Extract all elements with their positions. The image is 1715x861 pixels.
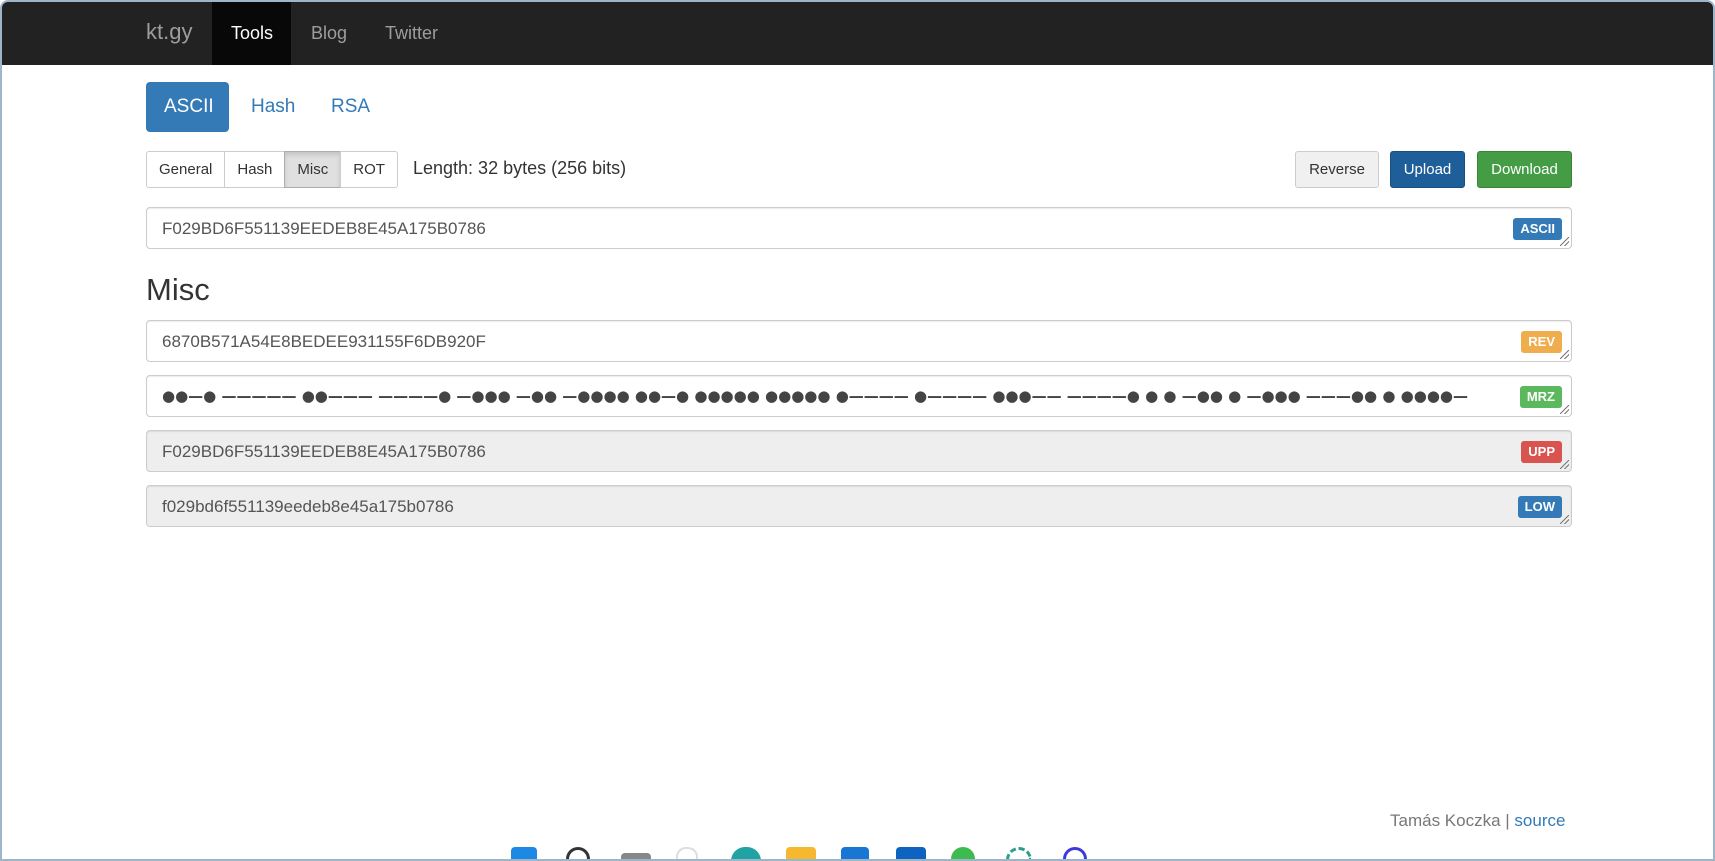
reverse-output-value: 6870B571A54E8BEDEE931155F6DB920F bbox=[162, 332, 486, 351]
footer-author: Tamás Koczka bbox=[1390, 811, 1501, 830]
brand-logo[interactable]: kt.gy bbox=[146, 19, 192, 45]
nav-item-blog[interactable]: Blog bbox=[291, 1, 367, 65]
reverse-output[interactable]: 6870B571A54E8BEDEE931155F6DB920F REV bbox=[146, 320, 1572, 362]
store-icon[interactable] bbox=[841, 847, 869, 861]
uppercase-output[interactable]: F029BD6F551139EEDEB8E45A175B0786 UPP bbox=[146, 430, 1572, 472]
task-view-icon[interactable] bbox=[621, 853, 651, 861]
section-title: Misc bbox=[146, 272, 210, 307]
reverse-button[interactable]: Reverse bbox=[1295, 151, 1379, 188]
subtab-group: General Hash Misc ROT bbox=[146, 151, 398, 188]
lowercase-output[interactable]: f029bd6f551139eedeb8e45a175b0786 LOW bbox=[146, 485, 1572, 527]
uppercase-output-value: F029BD6F551139EEDEB8E45A175B0786 bbox=[162, 442, 486, 461]
tab-ascii[interactable]: ASCII bbox=[146, 82, 229, 132]
edge-icon[interactable] bbox=[731, 847, 761, 861]
subtab-rot[interactable]: ROT bbox=[340, 151, 398, 188]
footer: Tamás Koczka | source bbox=[1390, 811, 1565, 831]
app-icon[interactable] bbox=[1006, 847, 1032, 861]
ascii-input-value: F029BD6F551139EEDEB8E45A175B0786 bbox=[162, 219, 486, 238]
mrz-badge: MRZ bbox=[1519, 386, 1562, 408]
morse-output-value: ●●—● ————— ●●——— ————● —●●● —●● —●●●● ●●… bbox=[162, 387, 1468, 405]
download-button[interactable]: Download bbox=[1477, 151, 1572, 188]
browser-icon[interactable] bbox=[1063, 847, 1087, 861]
lowercase-output-value: f029bd6f551139eedeb8e45a175b0786 bbox=[162, 497, 454, 516]
search-icon[interactable] bbox=[566, 847, 590, 861]
windows-start-icon[interactable] bbox=[511, 847, 537, 861]
footer-separator: | bbox=[1500, 811, 1515, 830]
ascii-badge: ASCII bbox=[1513, 218, 1562, 240]
upload-button[interactable]: Upload bbox=[1390, 151, 1465, 188]
nav-item-tools[interactable]: Tools bbox=[212, 1, 291, 65]
rev-badge: REV bbox=[1521, 331, 1562, 353]
resize-grip-icon[interactable] bbox=[1560, 405, 1569, 414]
upp-badge: UPP bbox=[1521, 441, 1562, 463]
tab-hash[interactable]: Hash bbox=[233, 82, 313, 132]
resize-grip-icon[interactable] bbox=[1560, 515, 1569, 524]
low-badge: LOW bbox=[1517, 496, 1562, 518]
morse-output[interactable]: ●●—● ————— ●●——— ————● —●●● —●● —●●●● ●●… bbox=[146, 375, 1572, 417]
file-explorer-icon[interactable] bbox=[786, 847, 816, 861]
subtab-hash[interactable]: Hash bbox=[224, 151, 286, 188]
subtab-general[interactable]: General bbox=[146, 151, 226, 188]
resize-grip-icon[interactable] bbox=[1560, 460, 1569, 469]
resize-grip-icon[interactable] bbox=[1560, 237, 1569, 246]
tab-rsa[interactable]: RSA bbox=[313, 82, 388, 132]
ascii-input[interactable]: F029BD6F551139EEDEB8E45A175B0786 ASCII bbox=[146, 207, 1572, 249]
subtab-misc[interactable]: Misc bbox=[284, 151, 342, 188]
length-info: Length: 32 bytes (256 bits) bbox=[413, 158, 627, 178]
widget-icon[interactable] bbox=[676, 847, 698, 861]
wechat-icon[interactable] bbox=[951, 847, 975, 861]
source-link[interactable]: source bbox=[1514, 811, 1565, 830]
resize-grip-icon[interactable] bbox=[1560, 350, 1569, 359]
mail-icon[interactable] bbox=[896, 847, 926, 861]
top-navbar: kt.gy Tools Blog Twitter bbox=[2, 1, 1713, 65]
nav-item-twitter[interactable]: Twitter bbox=[366, 1, 454, 65]
